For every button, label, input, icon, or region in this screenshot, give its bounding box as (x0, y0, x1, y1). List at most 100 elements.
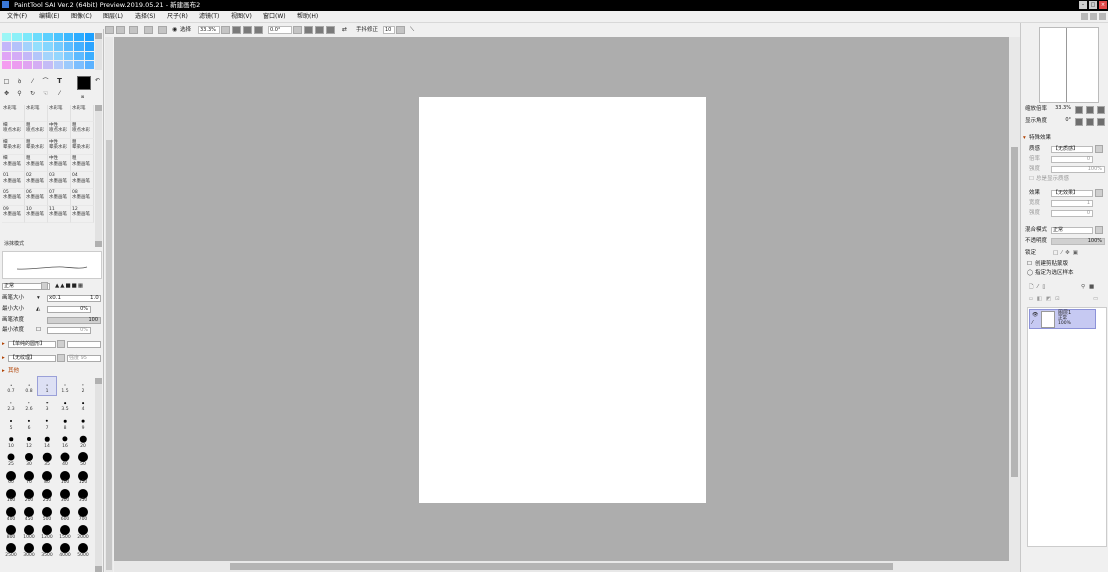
palette-swatch[interactable] (63, 51, 74, 60)
palette-swatch[interactable] (2, 33, 12, 42)
brush-tip[interactable]: 1200 (38, 523, 56, 541)
left-panel-scroll-thumb[interactable] (106, 140, 112, 570)
zoom-dropdown-button[interactable] (221, 26, 230, 34)
zoom-in-button[interactable] (243, 26, 252, 34)
rotation-field[interactable]: 0.0° (268, 26, 292, 34)
brush-tip[interactable]: 7 (38, 413, 56, 431)
brush-shape-icons[interactable]: ▲▲■■▦ (55, 282, 84, 290)
layer-blend-select[interactable]: 正常 (1051, 227, 1093, 234)
palette-swatch[interactable] (32, 51, 43, 60)
menu-select[interactable]: 选择(S) (135, 11, 156, 23)
eyedropper-icon[interactable]: ⁄ (55, 89, 64, 98)
brush-tip[interactable]: 8 (56, 413, 74, 431)
palette-swatch[interactable] (22, 42, 32, 51)
nav-zoom-out-button[interactable] (1075, 106, 1083, 114)
close-button[interactable]: × (1099, 1, 1107, 9)
brush-slot[interactable]: 水彩笔 (48, 105, 71, 122)
blend-mode-dropdown-icon[interactable] (41, 282, 48, 290)
palette-swatch[interactable] (43, 33, 53, 42)
brush-tip[interactable]: 1.5 (56, 377, 74, 395)
layer-row[interactable]: 👁 ⁄ 图层1 正常 100% (1029, 309, 1096, 329)
palette-swatch[interactable] (53, 60, 63, 69)
rotate-right-button[interactable] (315, 26, 324, 34)
palette-swatch[interactable] (53, 51, 63, 60)
palette-swatch[interactable] (53, 42, 63, 51)
hand-icon[interactable]: ☜ (41, 89, 50, 98)
palette-swatch[interactable] (63, 42, 74, 51)
menu-ruler[interactable]: 尺子(R) (167, 11, 188, 23)
layer-delete-icons[interactable]: ⚲■ (1081, 283, 1098, 291)
pen-pressure-icon[interactable]: ⟍ (410, 25, 414, 35)
expand-texture-icon[interactable]: ▸ (2, 354, 5, 362)
selection-toggle-button[interactable] (158, 26, 167, 34)
palette-swatch[interactable] (22, 51, 32, 60)
brush-tip[interactable]: 400 (2, 504, 20, 522)
brush-shape-select[interactable]: 【单纯的圆形】 (8, 341, 56, 348)
brush-shape-strength-field[interactable] (67, 341, 101, 348)
brush-tip[interactable]: 6 (20, 413, 38, 431)
expand-other-icon[interactable]: ▸ (2, 367, 5, 375)
texture-strength-field[interactable]: 强度 95 (67, 355, 101, 362)
navigator-preview[interactable] (1039, 27, 1099, 103)
brush-select-icon[interactable]: ⌒ (41, 77, 50, 86)
move-icon[interactable]: ✥ (2, 89, 11, 98)
palette-swatch[interactable] (84, 60, 94, 69)
canvas-vertical-scrollbar[interactable] (1009, 37, 1020, 572)
nav-rotate-right-button[interactable] (1086, 118, 1094, 126)
brush-tip[interactable]: 60 (2, 468, 20, 486)
always-show-texture-checkbox[interactable]: ☐ (1029, 175, 1034, 183)
brush-tip[interactable]: 16 (56, 432, 74, 450)
palette-swatch[interactable] (12, 51, 22, 60)
brush-tip[interactable]: 700 (74, 504, 92, 522)
palette-swatch[interactable] (22, 60, 32, 69)
brush-tip[interactable]: 120 (74, 468, 92, 486)
brush-slot[interactable]: 细喷点水彩 (2, 121, 25, 139)
palette-swatch[interactable] (84, 33, 94, 42)
clip-mask-checkbox[interactable]: ☐ (1027, 260, 1032, 268)
palette-swatch[interactable] (74, 33, 84, 42)
rotate-reset-button[interactable] (326, 26, 335, 34)
rect-select-icon[interactable]: □ (2, 77, 11, 86)
layer-lock-icons[interactable]: □⁄✥▣ (1053, 249, 1081, 257)
effect-strength-field[interactable]: 0 (1051, 210, 1093, 217)
brush-slot[interactable]: 09 水墨画笔 (2, 205, 25, 223)
invert-selection-button[interactable] (144, 26, 153, 34)
min-size-field[interactable]: 0% (47, 306, 91, 313)
palette-swatch[interactable] (84, 42, 94, 51)
brush-tip[interactable]: 50 (74, 450, 92, 468)
brush-slot[interactable]: 02 水墨画笔 (25, 172, 48, 189)
brush-tip[interactable]: 2 (74, 377, 92, 395)
brush-slot[interactable]: 中性 水墨画笔 (48, 155, 71, 173)
size-dropdown-icon[interactable]: ▾ (37, 294, 40, 302)
brush-tip[interactable]: 350 (74, 486, 92, 504)
brush-slot[interactable]: 06 水墨画笔 (25, 188, 48, 206)
brush-tip[interactable]: 200 (20, 486, 38, 504)
layer-edit-icon[interactable]: ⁄ (1032, 319, 1033, 327)
lasso-icon[interactable]: ꝺ (15, 77, 24, 86)
expand-shape-icon[interactable]: ▸ (2, 340, 5, 348)
doc-minimize-button[interactable] (1081, 13, 1088, 20)
menu-layer[interactable]: 图层(L) (103, 11, 123, 23)
brush-tip[interactable]: 2.3 (2, 395, 20, 413)
brush-tip[interactable]: 1000 (20, 523, 38, 541)
palette-swatch[interactable] (12, 60, 22, 69)
brush-tip[interactable]: 4 (74, 395, 92, 413)
brush-tip[interactable]: 80 (38, 468, 56, 486)
brush-density-field[interactable]: 100 (47, 317, 101, 324)
effect-dropdown-icon[interactable] (1095, 189, 1103, 197)
effect-select[interactable]: 【无效果】 (1051, 190, 1093, 197)
palette-swatch[interactable] (2, 51, 12, 60)
brush-texture-select[interactable]: 【无纹理】 (8, 355, 56, 362)
palette-swatch[interactable] (2, 42, 12, 51)
brush-tip[interactable]: 4000 (56, 541, 74, 559)
brush-slot[interactable]: 中性 晕染水彩 (48, 138, 71, 156)
menu-filter[interactable]: 滤镜(T) (199, 11, 219, 23)
zoom-field[interactable]: 33.3% (198, 26, 220, 34)
brush-tip[interactable]: 0.7 (2, 377, 20, 395)
brush-slot[interactable]: 03 水墨画笔 (48, 172, 71, 189)
texture-scale-field[interactable]: 0 (1051, 156, 1093, 163)
menu-image[interactable]: 图像(C) (71, 11, 92, 23)
swap-colors-icon[interactable]: ↶ (93, 76, 102, 85)
flip-icon[interactable]: ⇄ (342, 25, 347, 35)
brush-tip[interactable]: 70 (20, 468, 38, 486)
